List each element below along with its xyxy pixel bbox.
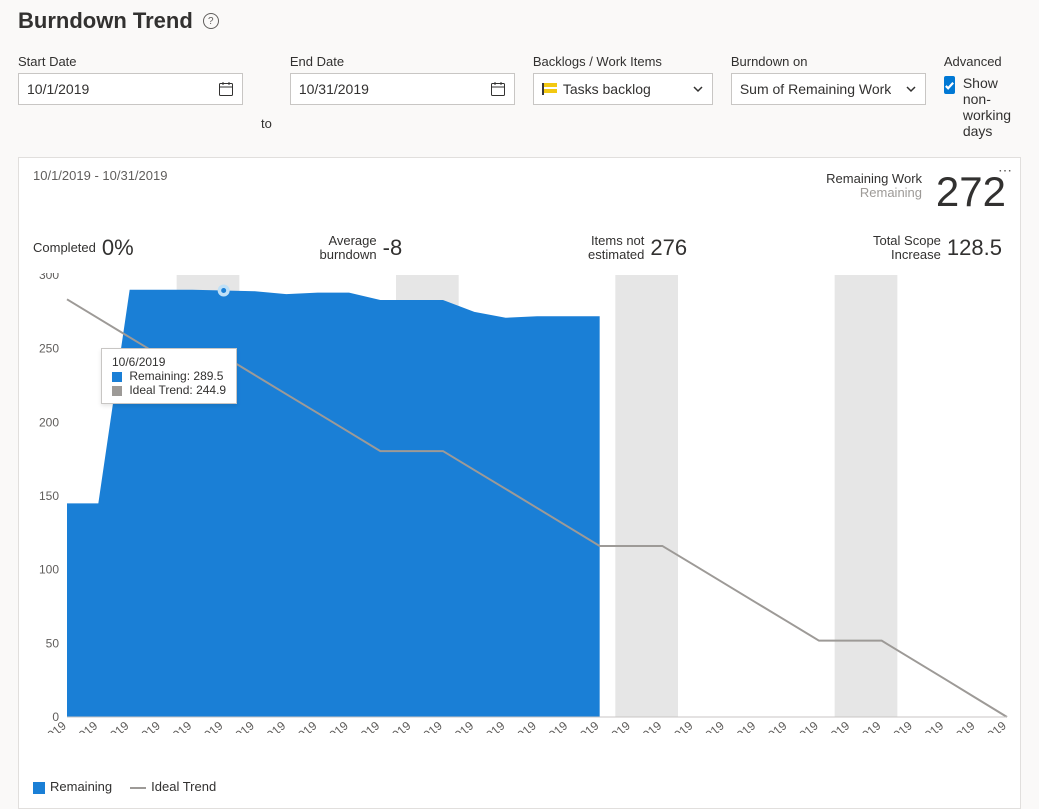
show-nonworking-label: Show non-working days (963, 75, 1021, 139)
remaining-work-label: Remaining Work (826, 172, 922, 186)
burndown-chart: 05010015020025030010/1/201910/2/201910/3… (33, 273, 1006, 733)
calendar-icon (218, 81, 234, 97)
tooltip-ideal-swatch (112, 386, 122, 396)
tooltip-ideal-label: Ideal Trend: (129, 383, 192, 397)
legend-remaining-swatch (33, 782, 45, 794)
end-date-label: End Date (290, 54, 515, 69)
card-more-icon[interactable]: ⋯ (998, 162, 1014, 179)
tooltip-ideal-value: 244.9 (196, 383, 226, 397)
start-date-label: Start Date (18, 54, 243, 69)
avg-burndown-value: -8 (383, 235, 403, 261)
items-not-estimated-stat: Items not estimated 276 (588, 234, 687, 261)
legend-remaining-label: Remaining (50, 779, 112, 794)
svg-text:250: 250 (39, 342, 59, 356)
page-header: Burndown Trend ? (18, 8, 1021, 34)
burndown-on-group: Burndown on Sum of Remaining Work (731, 54, 926, 105)
tooltip-remaining-value: 289.5 (193, 369, 223, 383)
burndown-on-dropdown[interactable]: Sum of Remaining Work (731, 73, 926, 105)
items-not-estimated-value: 276 (650, 235, 687, 261)
advanced-label: Advanced (944, 54, 1021, 69)
start-date-group: Start Date 10/1/2019 (18, 54, 243, 105)
to-label: to (261, 107, 272, 139)
chevron-down-icon (905, 83, 917, 95)
page-title: Burndown Trend (18, 8, 193, 34)
show-nonworking-checkbox[interactable]: Show non-working days (944, 75, 1021, 139)
scope-increase-stat: Total Scope Increase 128.5 (873, 234, 1002, 261)
advanced-group: Advanced Show non-working days (944, 54, 1021, 139)
legend-ideal-swatch (130, 787, 146, 789)
chart-legend: Remaining Ideal Trend (33, 779, 1006, 794)
calendar-icon (490, 81, 506, 97)
start-date-value: 10/1/2019 (27, 81, 89, 97)
burndown-card: ⋯ 10/1/2019 - 10/31/2019 Remaining Work … (18, 157, 1021, 809)
completed-label: Completed (33, 241, 96, 255)
tooltip-date: 10/6/2019 (112, 355, 226, 369)
completed-stat: Completed 0% (33, 234, 134, 261)
svg-text:100: 100 (39, 563, 59, 577)
svg-text:10/1/2019: 10/1/2019 (33, 719, 69, 734)
remaining-work-stat: Remaining Work Remaining 272 (826, 168, 1006, 216)
remaining-work-value: 272 (936, 168, 1006, 215)
backlogs-label: Backlogs / Work Items (533, 54, 713, 69)
svg-text:200: 200 (39, 416, 59, 430)
legend-ideal-label: Ideal Trend (151, 779, 216, 794)
tooltip-remaining-label: Remaining: (129, 369, 190, 383)
tooltip-remaining-swatch (112, 372, 122, 382)
chevron-down-icon (692, 83, 704, 95)
tasks-backlog-icon (542, 83, 557, 95)
avg-burndown-stat: Average burndown -8 (320, 234, 403, 261)
svg-text:300: 300 (39, 273, 59, 282)
completed-value: 0% (102, 235, 134, 261)
end-date-input[interactable]: 10/31/2019 (290, 73, 515, 105)
controls-row: Start Date 10/1/2019 to End Date 10/31/2… (18, 54, 1021, 139)
burndown-on-value: Sum of Remaining Work (740, 81, 891, 97)
scope-increase-label: Total Scope Increase (873, 234, 941, 261)
svg-text:50: 50 (46, 637, 60, 651)
backlogs-group: Backlogs / Work Items Tasks backlog (533, 54, 713, 105)
remaining-work-sublabel: Remaining (826, 186, 922, 200)
chart-tooltip: 10/6/2019 Remaining: 289.5 Ideal Trend: … (101, 348, 237, 404)
start-date-input[interactable]: 10/1/2019 (18, 73, 243, 105)
checkbox-checked-icon (944, 76, 955, 94)
scope-increase-value: 128.5 (947, 235, 1002, 261)
backlogs-dropdown[interactable]: Tasks backlog (533, 73, 713, 105)
chart-svg: 05010015020025030010/1/201910/2/201910/3… (33, 273, 1013, 733)
burndown-on-label: Burndown on (731, 54, 926, 69)
items-not-estimated-label: Items not estimated (588, 234, 644, 261)
end-date-value: 10/31/2019 (299, 81, 369, 97)
help-icon[interactable]: ? (203, 13, 219, 29)
backlogs-value: Tasks backlog (563, 81, 651, 97)
svg-text:150: 150 (39, 489, 59, 503)
avg-burndown-label: Average burndown (320, 234, 377, 261)
date-range-text: 10/1/2019 - 10/31/2019 (33, 168, 167, 183)
end-date-group: End Date 10/31/2019 (290, 54, 515, 105)
